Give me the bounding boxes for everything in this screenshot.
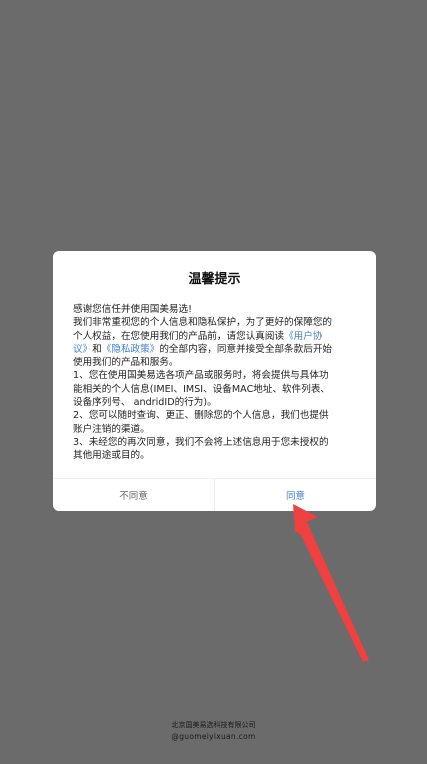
body-line: 1、您在使用国美易选各项产品或服务时，将会提供与具体功 — [73, 370, 329, 382]
dialog-title: 温馨提示 — [188, 272, 241, 287]
decline-button[interactable]: 不同意 — [53, 479, 215, 511]
user-agreement-link[interactable]: 《用户协 — [284, 331, 322, 342]
body-text: 和 — [92, 343, 102, 355]
body-line: 议》和《隐私政策》的全部内容，同意并接受全部条款后开始 — [73, 343, 362, 356]
company-site: @guomeiyixuan.com — [0, 732, 427, 742]
accept-button[interactable]: 同意 — [215, 479, 376, 511]
body-line: 使用我们的产品和服务。 — [73, 357, 179, 369]
screen-root: { "dialog": { "title": "温馨提示", "body": {… — [0, 0, 427, 764]
site-domain: guomeiyixuan.com — [179, 732, 256, 741]
privacy-policy-link[interactable]: 《隐私政策》 — [102, 344, 160, 355]
arrow-shaft — [297, 522, 369, 662]
body-line: 能相关的个人信息(IMEI、IMSI、设备MAC地址、软件列表、 — [73, 383, 331, 395]
body-line: 其他用途或目的。 — [73, 450, 150, 462]
company-name: 北京国美易选科技有限公司 — [171, 721, 256, 729]
dialog-button-bar: 不同意 同意 — [53, 478, 376, 511]
user-agreement-link-cont[interactable]: 议》 — [73, 344, 92, 355]
body-line: 我们非常重视您的个人信息和隐私保护，为了更好的保障您的 — [73, 317, 333, 329]
body-line: 设备序列号、 andridID的行为)。 — [73, 397, 217, 409]
privacy-dialog: 温馨提示 感谢您信任并使用国美易选! 我们非常重视您的个人信息和隐私保护，为了更… — [53, 251, 376, 511]
body-line: 感谢您信任并使用国美易选! — [73, 304, 192, 315]
body-line: 账户注销的渠道。 — [73, 423, 150, 435]
body-line: 2、您可以随时查询、更正、删除您的个人信息，我们也提供 — [73, 410, 329, 422]
body-text: 的全部内容，同意并接受全部条款后开始 — [159, 343, 333, 355]
body-line: 个人权益，在您使用我们的产品前，请您认真阅读《用户协 — [73, 330, 362, 343]
body-line: 3、未经您的再次同意，我们不会将上述信息用于您未授权的 — [73, 436, 329, 448]
dialog-body: 感谢您信任并使用国美易选! 我们非常重视您的个人信息和隐私保护，为了更好的保障您… — [73, 303, 362, 463]
body-text: 个人权益，在您使用我们的产品前，请您认真阅读 — [73, 330, 285, 342]
